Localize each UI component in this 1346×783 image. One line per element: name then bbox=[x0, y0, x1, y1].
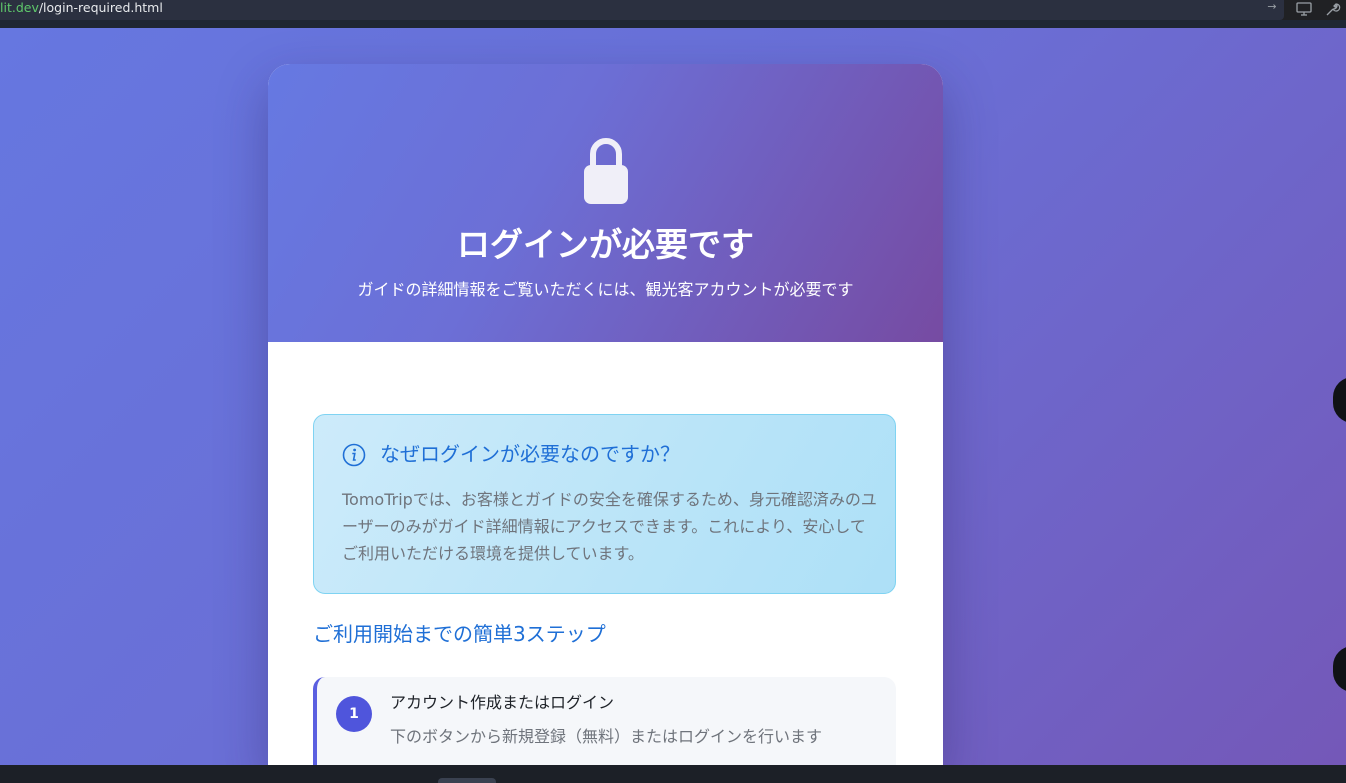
taskbar-tab[interactable] bbox=[438, 778, 496, 783]
lock-icon bbox=[582, 134, 630, 206]
step-description: 下のボタンから新規登録（無料）またはログインを行います bbox=[390, 727, 823, 746]
info-circle-icon bbox=[342, 443, 366, 467]
url-host: lit.dev bbox=[0, 0, 39, 15]
step-title: アカウント作成またはログイン bbox=[390, 693, 615, 712]
info-box: なぜログインが必要なのですか？ TomoTripでは、お客様とガイドの安全を確保… bbox=[313, 414, 896, 594]
info-body: TomoTripでは、お客様とガイドの安全を確保するため、身元確認済みのユーザー… bbox=[342, 490, 877, 563]
url-path: /login-required.html bbox=[38, 0, 163, 15]
address-bar[interactable]: lit.dev/login-required.html → bbox=[0, 0, 1284, 20]
address-bar-url[interactable]: lit.dev/login-required.html bbox=[0, 1, 163, 15]
steps-title: ご利用開始までの簡単3ステップ bbox=[313, 622, 606, 646]
login-required-card: ログインが必要です ガイドの詳細情報をご覧いただくには、観光客アカウントが必要で… bbox=[268, 64, 943, 765]
info-title: なぜログインが必要なのですか？ bbox=[380, 442, 680, 466]
step-item: 1 アカウント作成またはログイン 下のボタンから新規登録（無料）またはログインを… bbox=[313, 677, 896, 765]
page-title: ログインが必要です bbox=[457, 225, 754, 264]
navigate-arrow-icon[interactable]: → bbox=[1264, 0, 1280, 16]
bottom-taskbar bbox=[0, 765, 1346, 783]
browser-toolbar: lit.dev/login-required.html → bbox=[0, 0, 1346, 20]
page-subtitle: ガイドの詳細情報をご覧いただくには、観光客アカウントが必要です bbox=[357, 280, 854, 299]
hero-header: ログインが必要です ガイドの詳細情報をご覧いただくには、観光客アカウントが必要で… bbox=[268, 64, 943, 342]
step-number-badge: 1 bbox=[336, 696, 372, 732]
wrench-icon[interactable] bbox=[1323, 0, 1341, 18]
devices-icon[interactable] bbox=[1295, 0, 1313, 18]
toolbar-divider bbox=[0, 20, 1346, 28]
